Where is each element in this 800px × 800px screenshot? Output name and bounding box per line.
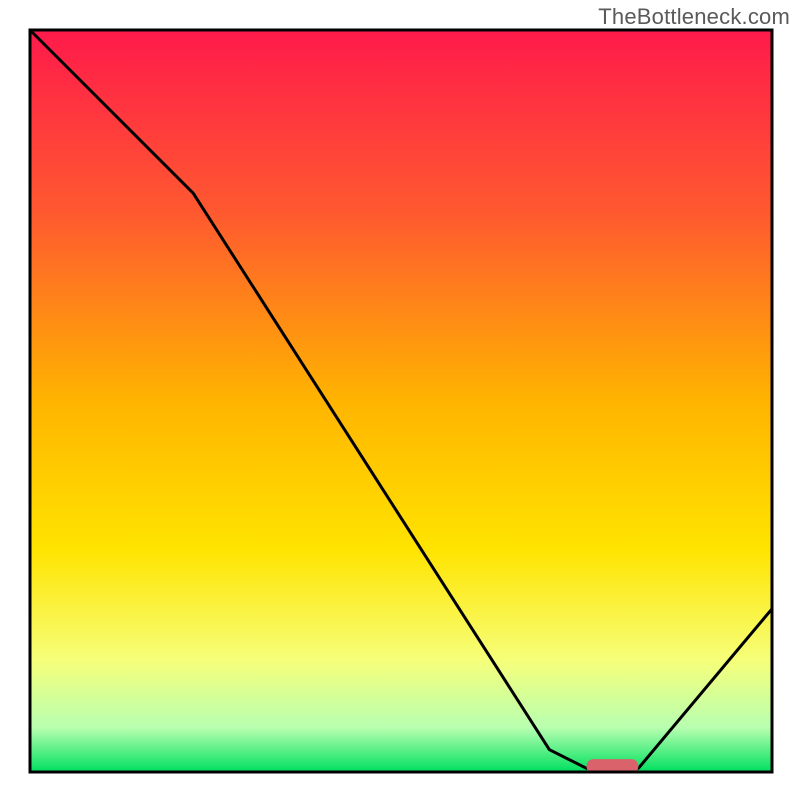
bottleneck-chart [0, 0, 800, 800]
